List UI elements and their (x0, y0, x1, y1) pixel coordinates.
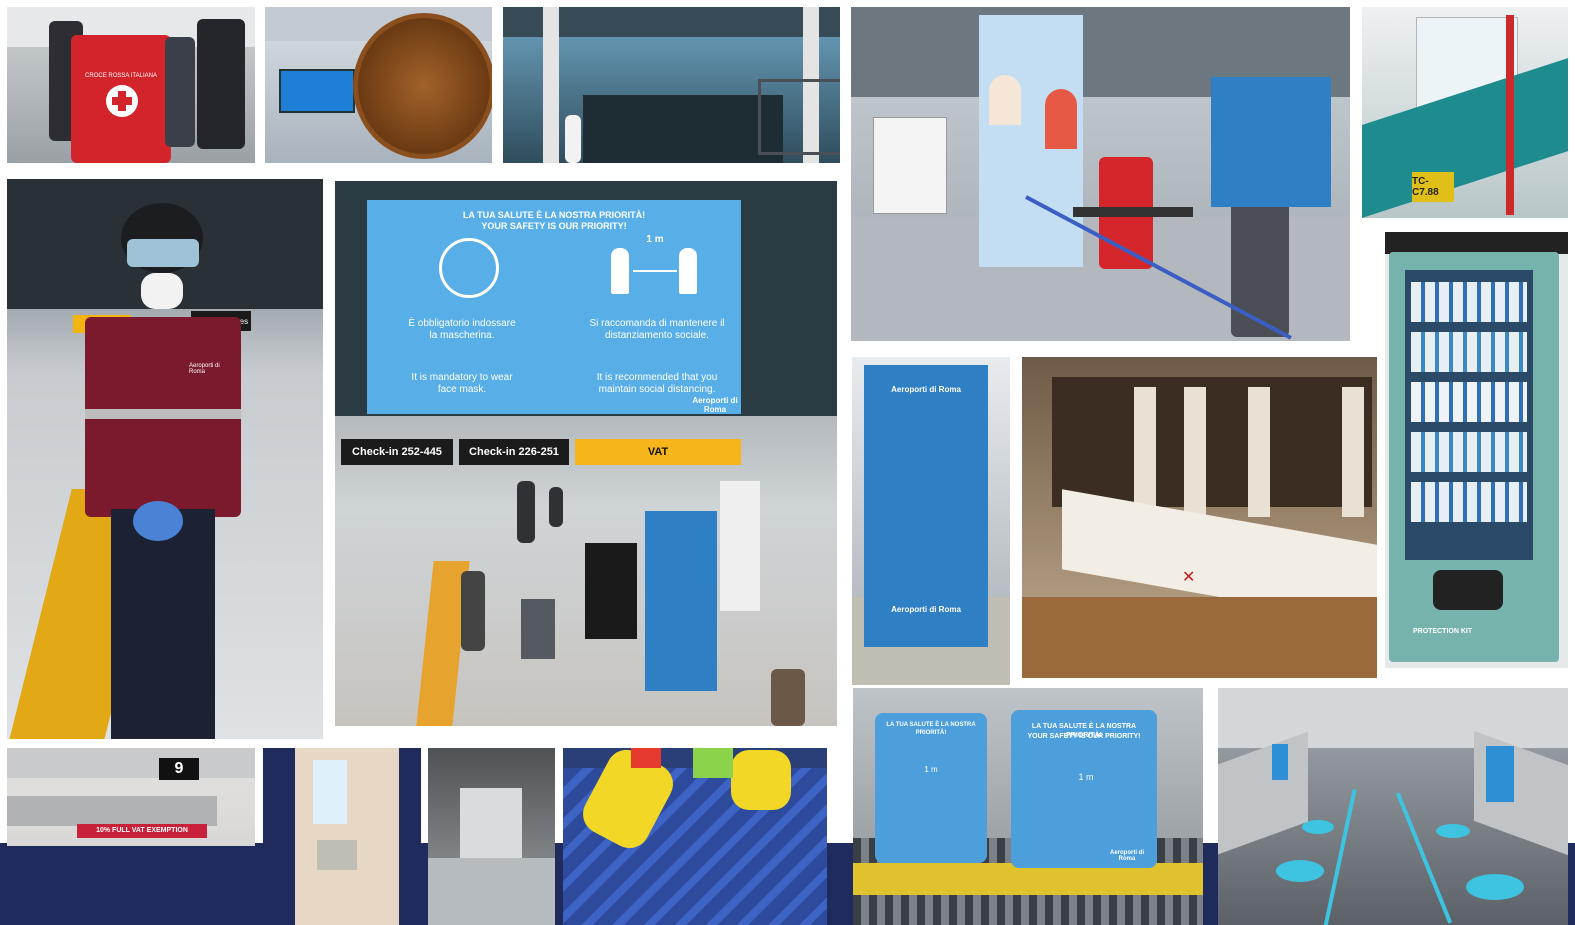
gate-number: 9 (159, 758, 199, 780)
tile-baggage-claim: 9 10% FULL VAT EXEMPTION (7, 748, 255, 925)
vest-text: CROCE ROSSA ITALIANA (85, 73, 157, 79)
temperature-tower (979, 15, 1083, 267)
mask-icon (439, 238, 499, 298)
tile-vending-machine: PROTECTION KIT (1385, 232, 1568, 668)
vending-machine: PROTECTION KIT (1389, 252, 1559, 662)
tile-security-lanes (1218, 688, 1568, 925)
tile-globe-sculpture (265, 7, 492, 163)
people-icon (611, 248, 629, 294)
tile-corridor (428, 748, 555, 925)
mask-text-it: È obbligatorio indossare la mascherina. (408, 318, 516, 341)
tile-washbasins: ✕ (1022, 357, 1377, 678)
tile-main-information-sign: LA TUA SALUTE È LA NOSTRA PRIORITÀ! YOUR… (335, 181, 837, 726)
counter-heading-it-left: LA TUA SALUTE È LA NOSTRA PRIORITÀ! (886, 722, 976, 736)
tile-temperature-tower (851, 7, 1350, 341)
protection-kit-label: PROTECTION KIT (1413, 628, 1473, 635)
red-cross-vest: CROCE ROSSA ITALIANA (71, 35, 171, 163)
pillar-brand-bottom: Aeroporti di Roma (891, 605, 961, 614)
sign-brand: Aeroporti di Roma (692, 396, 738, 414)
sign-heading-en: YOUR SAFETY IS OUR PRIORITY! (481, 221, 627, 231)
dist-text-it: Si raccomanda di mantenere il distanziam… (589, 318, 725, 341)
counter-distance-right: 1 m (1078, 772, 1094, 782)
pillar-sign: Aeroporti di Roma Aeroporti di Roma (864, 365, 988, 647)
vat-floor-text: 10% FULL VAT EXEMPTION (77, 824, 207, 838)
vat-sign: VAT (575, 439, 741, 465)
pillar-brand-top: Aeroporti di Roma (891, 385, 961, 394)
checkin-sign-b: Check-in 226-251 (459, 439, 569, 465)
dist-text-en: It is recommended that you maintain soci… (596, 372, 718, 395)
yellow-glove-right (731, 750, 791, 810)
counter-sign-left: LA TUA SALUTE È LA NOSTRA PRIORITÀ! 1 m (875, 713, 987, 863)
tile-guard-helmet: Imbarchi Gates Aeroporti di Roma (7, 179, 323, 739)
counter-distance-left: 1 m (924, 765, 938, 774)
x-mark-icon: ✕ (1182, 569, 1196, 586)
globe-sculpture (353, 13, 492, 159)
tower-label: TC-C7.88 (1412, 172, 1454, 202)
counter-brand-right: Aeroporti di Roma (1110, 850, 1144, 862)
tile-blue-pillar: Aeroporti di Roma Aeroporti di Roma (852, 357, 1010, 685)
health-safety-sign: LA TUA SALUTE È LA NOSTRA PRIORITÀ! YOUR… (367, 200, 741, 414)
info-pillar (645, 511, 717, 691)
sign-heading-it: LA TUA SALUTE È LA NOSTRA PRIORITÀ! (462, 210, 646, 220)
counter-sign-right: LA TUA SALUTE È LA NOSTRA PRIORITÀ! YOUR… (1011, 710, 1157, 868)
tile-red-cross-volunteers: CROCE ROSSA ITALIANA (7, 7, 255, 163)
tile-counter-signs: LA TUA SALUTE È LA NOSTRA PRIORITÀ! 1 m … (853, 688, 1203, 925)
tile-sanitizer-kiosk (263, 748, 421, 925)
guard-vest: Aeroporti di Roma (85, 317, 241, 517)
mask-text-en: It is mandatory to wear face mask. (411, 372, 513, 395)
counter-heading-en-right: YOUR SAFETY IS OUR PRIORITY! (1027, 733, 1141, 740)
tile-construction-tower: TC-C7.88 (1362, 7, 1568, 218)
tile-terminal-entrance (503, 7, 840, 163)
checkin-sign-a: Check-in 252-445 (341, 439, 453, 465)
distance-label: 1 m (646, 234, 664, 245)
badge: Aeroporti di Roma (189, 363, 220, 375)
tile-trolley-cleaning (563, 748, 827, 925)
